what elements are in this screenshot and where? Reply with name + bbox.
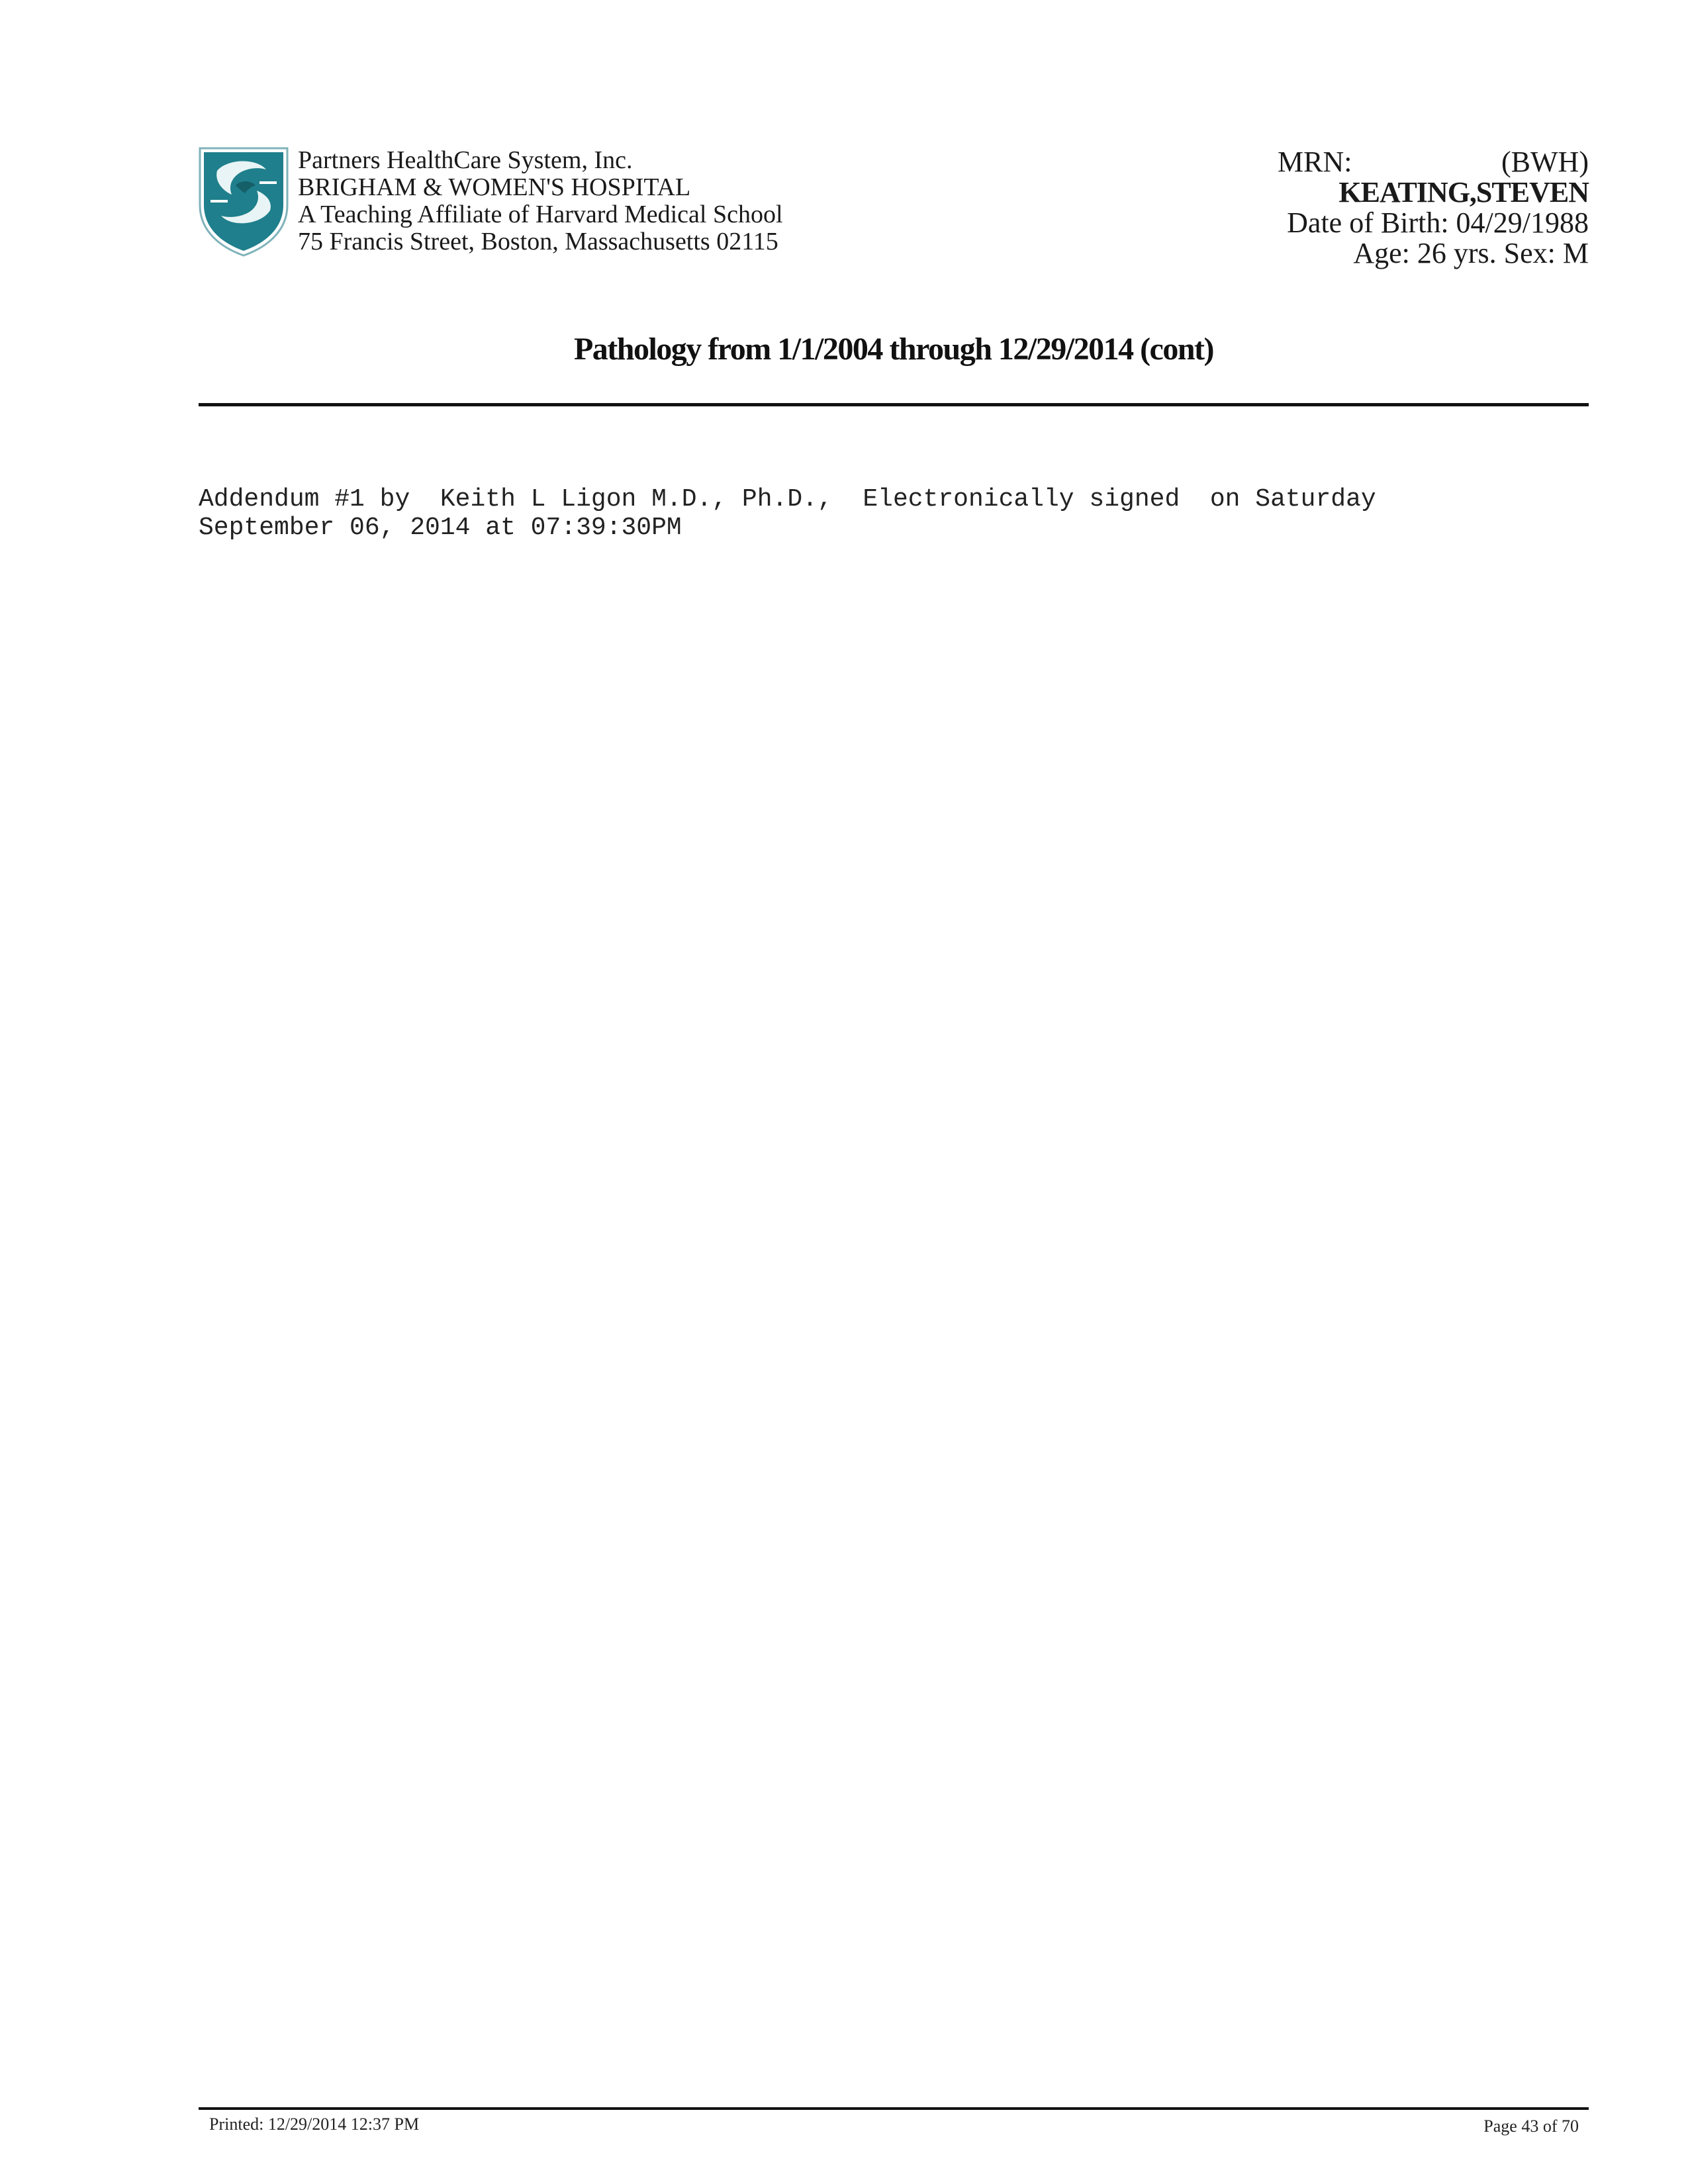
- date-of-birth: Date of Birth: 04/29/1988: [1287, 206, 1589, 239]
- org-line-system: Partners HealthCare System, Inc.: [298, 146, 633, 174]
- org-line-hospital: BRIGHAM & WOMEN'S HOSPITAL: [298, 173, 691, 201]
- mrn-label: MRN:: [1278, 146, 1352, 178]
- addendum-text: Addendum #1 by Keith L Ligon M.D., Ph.D.…: [199, 485, 1376, 542]
- printed-timestamp: Printed: 12/29/2014 12:37 PM: [209, 2115, 420, 2134]
- org-line-address: 75 Francis Street, Boston, Massachusetts…: [298, 228, 778, 255]
- patient-name: KEATING,STEVEN: [1338, 176, 1589, 208]
- addendum-line-2: September 06, 2014 at 07:39:30PM: [199, 514, 682, 542]
- report-title: Pathology from 1/1/2004 through 12/29/20…: [573, 332, 1215, 367]
- page-number: Page 43 of 70: [1483, 2116, 1579, 2136]
- hospital-info: Partners HealthCare System, Inc. BRIGHAM…: [298, 147, 783, 255]
- title-divider: [199, 403, 1589, 406]
- patient-info: MRN: (BWH) KEATING,STEVEN Date of Birth:…: [1125, 147, 1589, 269]
- mrn-site: (BWH): [1501, 146, 1589, 178]
- partners-shield-icon: [199, 147, 289, 257]
- org-line-affiliation: A Teaching Affiliate of Harvard Medical …: [298, 201, 783, 228]
- footer-divider: [199, 2107, 1589, 2110]
- mrn-line: MRN: (BWH): [1125, 147, 1589, 177]
- addendum-line-1: Addendum #1 by Keith L Ligon M.D., Ph.D.…: [199, 485, 1376, 514]
- age-sex: Age: 26 yrs. Sex: M: [1353, 237, 1589, 269]
